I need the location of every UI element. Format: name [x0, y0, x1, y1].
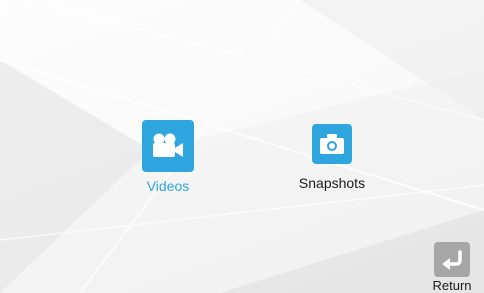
snapshots-label: Snapshots	[298, 175, 366, 191]
snapshots-menu-item[interactable]: Snapshots	[285, 124, 379, 191]
video-camera-icon	[142, 120, 194, 172]
videos-menu-item[interactable]: Videos	[128, 120, 208, 194]
background-facets	[0, 0, 484, 293]
media-menu-screen: Videos Snapshots Return	[0, 0, 484, 293]
return-button[interactable]: Return	[424, 242, 480, 293]
return-label: Return	[432, 278, 472, 293]
videos-label: Videos	[146, 178, 190, 194]
return-arrow-icon	[434, 242, 470, 277]
camera-icon	[312, 124, 352, 164]
